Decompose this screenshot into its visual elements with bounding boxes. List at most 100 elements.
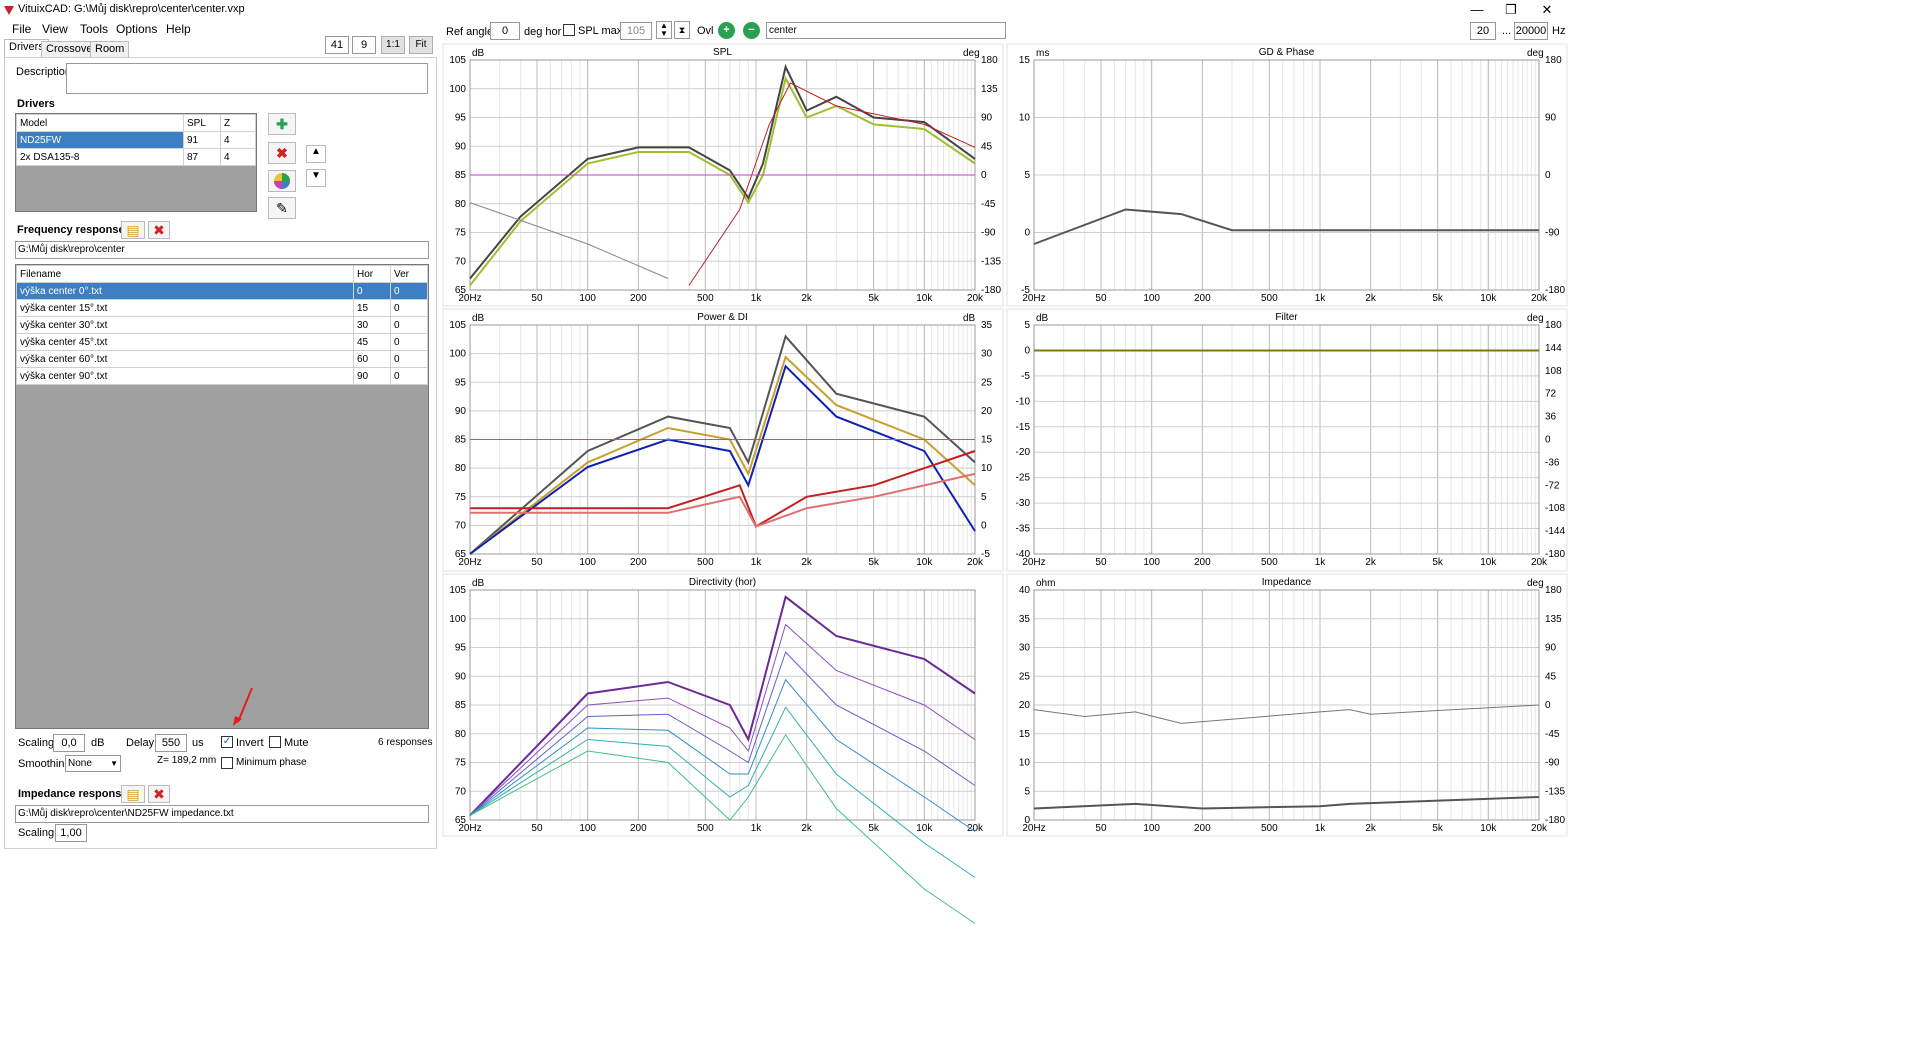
clear-impedance-icon[interactable]: ✖ <box>148 785 170 803</box>
smoothing-select[interactable]: None ▼ <box>65 755 121 772</box>
minphase-checkbox[interactable] <box>221 757 233 769</box>
menu-file[interactable]: File <box>12 22 31 36</box>
spl-max-field[interactable]: 105 <box>620 22 652 40</box>
file-name[interactable]: výška center 45°.txt <box>16 333 354 351</box>
us-unit: us <box>192 737 204 749</box>
file-ver[interactable]: 0 <box>390 367 428 385</box>
column-header-spl[interactable]: SPL <box>183 114 221 132</box>
close-button[interactable]: ✕ <box>1530 0 1564 20</box>
table-row[interactable]: výška center 30°.txt 30 0 <box>16 316 428 334</box>
delay-field[interactable]: 550 <box>155 734 187 752</box>
freq-path-field[interactable]: G:\Můj disk\repro\center <box>15 241 429 259</box>
y-tick-label: 5 <box>1024 170 1030 181</box>
ref-angle-field[interactable]: 0 <box>490 22 520 40</box>
file-hor[interactable]: 90 <box>353 367 391 385</box>
file-name[interactable]: výška center 15°.txt <box>16 299 354 317</box>
wand-icon[interactable]: ✎ <box>268 197 296 219</box>
invert-checkbox[interactable]: ✓ <box>221 736 233 748</box>
spl-max-checkbox[interactable] <box>563 24 575 36</box>
menu-options[interactable]: Options <box>116 22 157 36</box>
driver-z[interactable]: 4 <box>220 148 256 166</box>
x-tick-label: 20k <box>967 557 984 568</box>
imp-scaling-field[interactable]: 1,00 <box>55 824 87 842</box>
y2-tick-label: 180 <box>1545 585 1562 596</box>
table-row[interactable]: výška center 15°.txt 15 0 <box>16 299 428 317</box>
remove-driver-icon[interactable]: ✖ <box>268 142 296 164</box>
file-name[interactable]: výška center 90°.txt <box>16 367 354 385</box>
description-field[interactable] <box>66 63 428 94</box>
add-driver-icon[interactable]: ✚ <box>268 113 296 135</box>
remove-overlay-icon[interactable]: − <box>743 22 760 39</box>
y-tick-label: 75 <box>455 228 467 239</box>
impedance-path-field[interactable]: G:\Můj disk\repro\center\ND25FW impedanc… <box>15 805 429 823</box>
open-impedance-icon[interactable]: ▤ <box>121 785 145 803</box>
clear-freq-icon[interactable]: ✖ <box>148 221 170 239</box>
driver-model[interactable]: 2x DSA135-8 <box>16 148 184 166</box>
menu-tools[interactable]: Tools <box>80 22 108 36</box>
table-row[interactable]: výška center 0°.txt 0 0 <box>16 282 428 300</box>
y-unit-label: dB <box>472 48 485 59</box>
file-ver[interactable]: 0 <box>390 282 428 300</box>
file-ver[interactable]: 0 <box>390 316 428 334</box>
minimize-button[interactable]: — <box>1460 0 1494 20</box>
table-row[interactable]: 2x DSA135-8 87 4 <box>16 148 256 166</box>
add-overlay-icon[interactable]: + <box>718 22 735 39</box>
file-hor[interactable]: 30 <box>353 316 391 334</box>
file-hor[interactable]: 60 <box>353 350 391 368</box>
column-header-hor[interactable]: Hor <box>353 265 391 283</box>
x-tick-label: 500 <box>697 823 714 834</box>
table-row[interactable]: výška center 45°.txt 45 0 <box>16 333 428 351</box>
driver-model[interactable]: ND25FW <box>16 131 184 149</box>
mute-checkbox[interactable] <box>269 736 281 748</box>
file-hor[interactable]: 0 <box>353 282 391 300</box>
y-tick-label: 90 <box>455 671 467 682</box>
driver-spl[interactable]: 91 <box>183 131 221 149</box>
spl-max-label: SPL max <box>578 25 623 37</box>
y2-tick-label: -90 <box>1545 228 1560 239</box>
ref-angle-label: Ref angle <box>446 26 494 38</box>
z-readout: Z= 189,2 mm <box>157 755 217 766</box>
color-wheel-icon[interactable] <box>268 170 296 192</box>
column-header-ver[interactable]: Ver <box>390 265 428 283</box>
file-ver[interactable]: 0 <box>390 299 428 317</box>
freq-max-field[interactable]: 20000 <box>1514 22 1548 40</box>
app-logo-icon <box>4 6 14 15</box>
scaling-field[interactable]: 0,0 <box>53 734 85 752</box>
table-row[interactable]: ND25FW 91 4 <box>16 131 256 149</box>
y-tick-label: -35 <box>1016 524 1031 535</box>
hourglass-icon[interactable]: ⧗ <box>674 21 690 39</box>
table-row[interactable]: výška center 60°.txt 60 0 <box>16 350 428 368</box>
y2-tick-label: -36 <box>1545 457 1560 468</box>
maximize-button[interactable]: ❐ <box>1494 0 1528 20</box>
driver-spl[interactable]: 87 <box>183 148 221 166</box>
smoothing-label: Smoothing <box>18 758 71 770</box>
menu-view[interactable]: View <box>42 22 68 36</box>
file-ver[interactable]: 0 <box>390 333 428 351</box>
overlay-field[interactable]: center <box>766 22 1006 39</box>
view-value-2[interactable]: 9 <box>352 36 376 54</box>
file-name[interactable]: výška center 60°.txt <box>16 350 354 368</box>
file-name[interactable]: výška center 30°.txt <box>16 316 354 334</box>
move-up-icon[interactable]: ▲ <box>306 145 326 163</box>
driver-z[interactable]: 4 <box>220 131 256 149</box>
open-folder-icon[interactable]: ▤ <box>121 221 145 239</box>
file-name[interactable]: výška center 0°.txt <box>16 282 354 300</box>
fit-button[interactable]: Fit <box>409 36 433 54</box>
menu-help[interactable]: Help <box>166 22 191 36</box>
file-hor[interactable]: 15 <box>353 299 391 317</box>
view-value-1[interactable]: 41 <box>325 36 349 54</box>
column-header-model[interactable]: Model <box>16 114 184 132</box>
spl-spinner[interactable]: ▲ ▼ <box>656 21 672 39</box>
file-hor[interactable]: 45 <box>353 333 391 351</box>
chart-title: Power & DI <box>697 312 748 323</box>
x-tick-label: 5k <box>1432 557 1444 568</box>
column-header-filename[interactable]: Filename <box>16 265 354 283</box>
file-ver[interactable]: 0 <box>390 350 428 368</box>
ratio-button[interactable]: 1:1 <box>381 36 405 54</box>
column-header-z[interactable]: Z <box>220 114 256 132</box>
table-row[interactable]: výška center 90°.txt 90 0 <box>16 367 428 385</box>
x-tick-label: 2k <box>801 823 813 834</box>
move-down-icon[interactable]: ▼ <box>306 169 326 187</box>
freq-min-field[interactable]: 20 <box>1470 22 1496 40</box>
y2-tick-label: 180 <box>981 55 998 66</box>
